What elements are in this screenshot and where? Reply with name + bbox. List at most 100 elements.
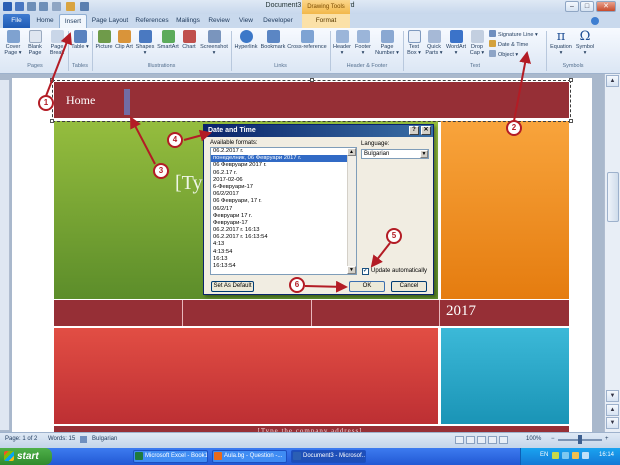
ok-button[interactable]: OK [349,281,385,292]
quick-parts-button[interactable]: Quick Parts ▾ [424,30,444,56]
chart-button[interactable]: Chart [180,30,198,50]
format-list-item[interactable]: понеделник, 06 Февруари 2017 г. [211,155,356,163]
tab-file[interactable]: File [3,14,30,28]
hyperlink-button[interactable]: Hyperlink [233,30,259,50]
format-list-item[interactable]: 06.2.2017 г. 16:13 [211,227,356,234]
system-clock[interactable]: 16:14 [599,452,614,458]
date-time-button[interactable]: Date & Time [489,40,539,49]
resize-handle[interactable] [50,119,54,123]
tab-review[interactable]: Review [205,14,233,28]
format-list-item[interactable]: 06.2.2017 г. 16:13:54 [211,234,356,241]
format-list-item[interactable]: 16:13 [211,256,356,263]
input-language-indicator[interactable]: EN [540,452,548,458]
tab-developer[interactable]: Developer [259,14,297,28]
update-automatically-label[interactable]: Update automatically [371,268,427,274]
bookmark-button[interactable]: Bookmark [260,30,286,50]
text-box-button[interactable]: Text Box ▾ [405,30,423,56]
picture-button[interactable]: Picture [94,30,114,50]
cyan-content-block[interactable] [441,328,569,424]
formats-list-scrollbar[interactable] [347,148,356,274]
zoom-out-icon[interactable]: − [551,436,555,442]
object-button[interactable]: Object ▾ [489,50,529,59]
customize-qat-icon[interactable] [66,2,75,11]
page-count-status[interactable]: Page: 1 of 2 [5,436,37,442]
close-window-button[interactable]: ✕ [596,1,616,12]
proofing-icon[interactable] [80,436,87,443]
minimize-button[interactable]: – [565,1,579,12]
list-scroll-down-icon[interactable]: ▼ [347,266,356,274]
cross-reference-button[interactable]: Cross-reference [287,30,327,50]
tab-insert[interactable]: Insert [59,14,87,28]
zoom-slider-knob[interactable] [578,435,582,444]
dialog-close-button[interactable]: ✕ [421,126,431,135]
word-count-status[interactable]: Words: 15 [48,436,75,442]
taskbar-item-excel[interactable]: Microsoft Excel - Book1 [133,450,208,463]
resize-handle[interactable] [569,119,573,123]
shapes-button[interactable]: Shapes ▾ [134,30,156,56]
web-layout-icon[interactable] [477,436,486,444]
tray-app-icon[interactable] [552,452,559,459]
zoom-level[interactable]: 100% [526,436,541,442]
format-list-item[interactable]: 2017-02-06 [211,177,356,184]
page-break-button[interactable]: Page Break [46,30,68,56]
format-list-item[interactable]: 16:13:54 [211,263,356,270]
smartart-button[interactable]: SmartArt [157,30,179,50]
update-automatically-checkbox[interactable]: ✓ [362,268,369,275]
header-button[interactable]: Header ▾ [332,30,352,56]
print-layout-icon[interactable] [455,436,464,444]
help-icon[interactable] [591,17,599,25]
dialog-help-button[interactable]: ? [409,126,419,135]
screenshot-button[interactable]: Screenshot ▾ [199,30,229,56]
cancel-button[interactable]: Cancel [391,281,427,292]
format-list-item[interactable]: Февруари 17 г. [211,213,356,220]
format-list-item[interactable]: 6-Февруари-17 [211,184,356,191]
scrollbar-thumb[interactable] [607,172,619,222]
clip-art-button[interactable]: Clip Art [115,30,133,50]
title-placeholder[interactable]: [Ty [175,172,202,195]
tab-view[interactable]: View [235,14,257,28]
list-scroll-up-icon[interactable]: ▲ [347,148,356,156]
network-icon[interactable] [562,452,569,459]
save-icon[interactable] [15,2,24,11]
format-list-item[interactable]: 4:13:54 [211,249,356,256]
available-formats-list[interactable]: 06.2.2017 г. понеделник, 06 Февруари 2017… [210,147,357,275]
format-list-item[interactable]: 06/2/17 [211,206,356,213]
footer-button[interactable]: Footer ▾ [353,30,373,56]
taskbar-item-browser[interactable]: Aula.bg - Question -... [212,450,287,463]
security-icon[interactable] [582,452,589,459]
symbol-button[interactable]: Ω Symbol ▾ [574,30,596,56]
tab-page-layout[interactable]: Page Layout [89,14,131,28]
format-list-item[interactable]: 06/2/2017 [211,191,356,198]
zoom-in-icon[interactable]: + [605,436,609,442]
wordart-button[interactable]: WordArt ▾ [445,30,467,56]
year-field[interactable]: 2017 [446,303,476,320]
undo-icon[interactable] [27,2,36,11]
format-list-item[interactable]: 06 Февруари 2017 г. [211,162,356,169]
taskbar-item-word[interactable]: Document3 - Microsof... [291,450,366,463]
resize-handle[interactable] [569,78,573,82]
set-as-default-button[interactable]: Set As Default [211,281,254,292]
resize-handle[interactable] [50,78,54,82]
equation-button[interactable]: π Equation ▾ [549,30,573,56]
outline-view-icon[interactable] [488,436,497,444]
next-page-icon[interactable]: ▼ [606,417,619,429]
format-list-item[interactable]: 4:13 [211,241,356,248]
tab-format[interactable]: Format [302,14,350,28]
redo-icon[interactable] [39,2,48,11]
shape-selection-outline[interactable] [52,80,571,122]
maximize-button[interactable]: □ [580,1,594,12]
table-icon[interactable] [80,2,89,11]
draft-view-icon[interactable] [499,436,508,444]
resize-handle[interactable] [310,78,314,82]
signature-line-button[interactable]: Signature Line ▾ [489,30,547,39]
table-button[interactable]: Table ▾ [70,30,90,50]
full-screen-reading-icon[interactable] [466,436,475,444]
chevron-down-icon[interactable]: ▼ [420,150,428,158]
print-preview-icon[interactable] [52,2,61,11]
page-number-button[interactable]: Page Number ▾ [374,30,400,56]
red-content-block[interactable] [54,328,438,424]
language-status[interactable]: Bulgarian [92,436,117,442]
tab-references[interactable]: References [133,14,171,28]
orange-content-block[interactable] [441,121,569,299]
scroll-up-arrow-icon[interactable]: ▲ [606,75,619,87]
